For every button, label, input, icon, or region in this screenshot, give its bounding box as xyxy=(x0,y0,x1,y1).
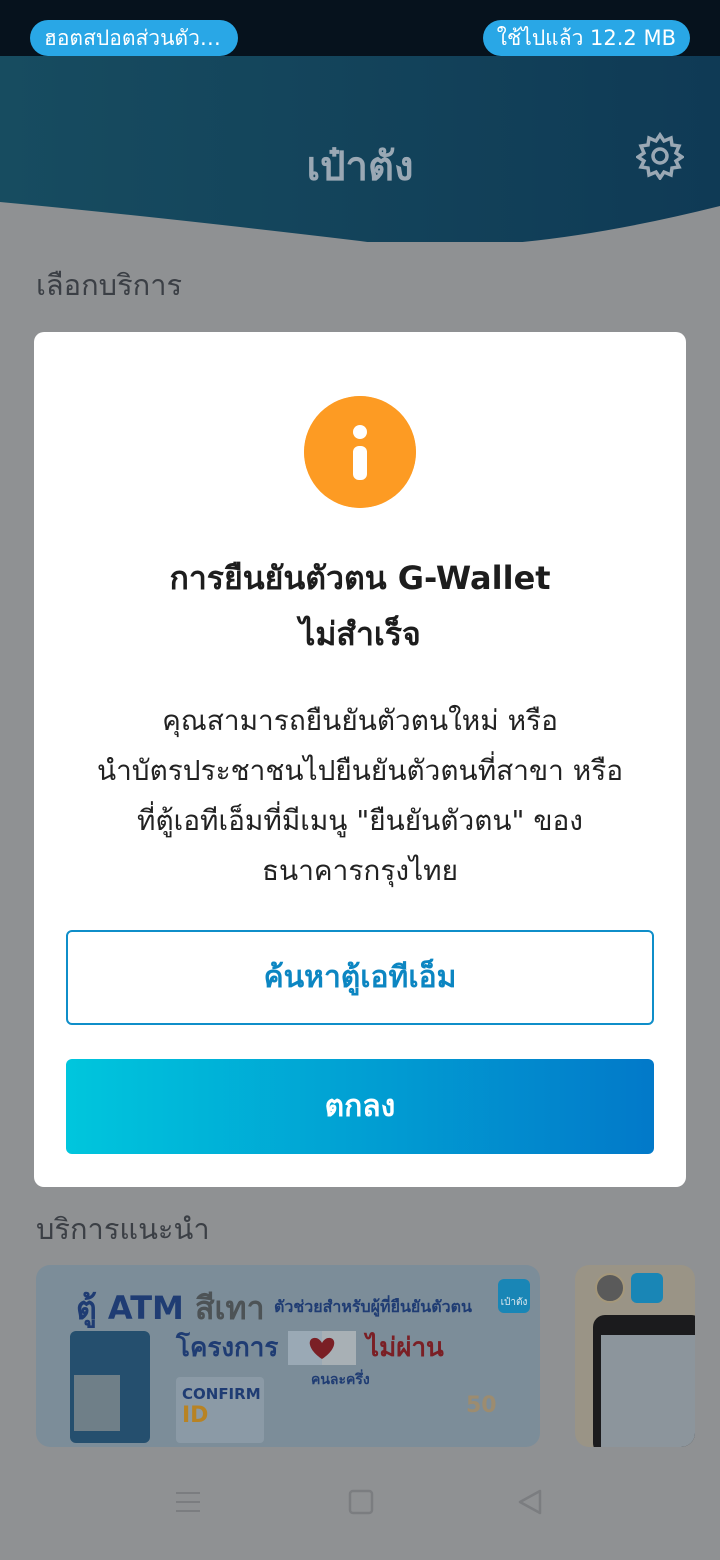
back-triangle-icon[interactable] xyxy=(516,1488,544,1516)
status-bar: ฮอตสปอตส่วนตัว ... ใช้ไปแล้ว 12.2 MB xyxy=(0,0,720,56)
dialog-title-line2: ไม่สำเร็จ xyxy=(299,615,421,653)
banner-title-prefix: ตู้ ATM xyxy=(76,1289,184,1327)
banner-half-half-label: คนละครึ่ง xyxy=(311,1372,370,1388)
dialog-message-line1: คุณสามารถยืนยันตัวตนใหม่ หรือ xyxy=(162,704,558,737)
verification-failed-dialog: การยืนยันตัวตน G-Wallet ไม่สำเร็จ คุณสาม… xyxy=(34,332,686,1187)
banner-fail-label: ไม่ผ่าน xyxy=(366,1333,444,1363)
dialog-message-line4: ธนาคารกรุงไทย xyxy=(261,854,459,887)
app-header: เป๋าตัง xyxy=(0,56,720,242)
home-square-icon[interactable] xyxy=(347,1488,375,1516)
banner-amount: 50 xyxy=(466,1393,497,1418)
banner-title-grey-word: สีเทา xyxy=(195,1289,265,1327)
puzzle-heart-icon xyxy=(288,1331,356,1365)
page-title: เป๋าตัง xyxy=(306,144,414,190)
menu-icon[interactable] xyxy=(174,1488,202,1516)
government-seal-icon xyxy=(595,1273,625,1303)
confirm-label: CONFIRM xyxy=(182,1385,261,1403)
gear-icon[interactable] xyxy=(636,132,684,180)
dialog-message: คุณสามารถยืนยันตัวตนใหม่ หรือ นำบัตรประช… xyxy=(64,696,656,896)
secondary-promo-banner[interactable] xyxy=(575,1265,695,1447)
select-service-heading: เลือกบริการ xyxy=(36,268,183,302)
app-badge: เป๋าตัง xyxy=(498,1279,530,1313)
atm-screen-illustration xyxy=(74,1375,120,1431)
find-atm-button[interactable]: ค้นหาตู้เอทีเอ็ม xyxy=(66,930,654,1025)
dialog-message-line2: นำบัตรประชาชนไปยืนยันตัวตนที่สาขา หรือ xyxy=(96,754,624,787)
dialog-title-line1: การยืนยันตัวตน G-Wallet xyxy=(169,559,551,597)
confirm-id-card: CONFIRM ID xyxy=(176,1377,264,1443)
dialog-title: การยืนยันตัวตน G-Wallet ไม่สำเร็จ xyxy=(34,550,686,662)
id-label: ID xyxy=(182,1403,209,1428)
data-usage-pill[interactable]: ใช้ไปแล้ว 12.2 MB xyxy=(482,20,690,56)
phone-screen-illustration xyxy=(601,1335,695,1447)
recommended-services-heading: บริการแนะนำ xyxy=(36,1212,210,1246)
dialog-message-line3: ที่ตู้เอทีเอ็มที่มีเมนู "ยืนยันตัวตน" ขอ… xyxy=(137,804,583,837)
ok-button[interactable]: ตกลง xyxy=(66,1059,654,1154)
app-badge-icon xyxy=(631,1273,663,1303)
system-nav-bar xyxy=(0,1460,720,1560)
banner-project-label: โครงการ xyxy=(176,1333,279,1363)
banner-subtitle: ตัวช่วยสำหรับผู้ที่ยืนยันตัวตน xyxy=(274,1297,472,1316)
hotspot-pill[interactable]: ฮอตสปอตส่วนตัว ... xyxy=(30,20,238,56)
info-icon xyxy=(304,396,416,508)
atm-promo-banner[interactable]: ตู้ ATM สีเทา ตัวช่วยสำหรับผู้ที่ยืนยันต… xyxy=(36,1265,540,1447)
